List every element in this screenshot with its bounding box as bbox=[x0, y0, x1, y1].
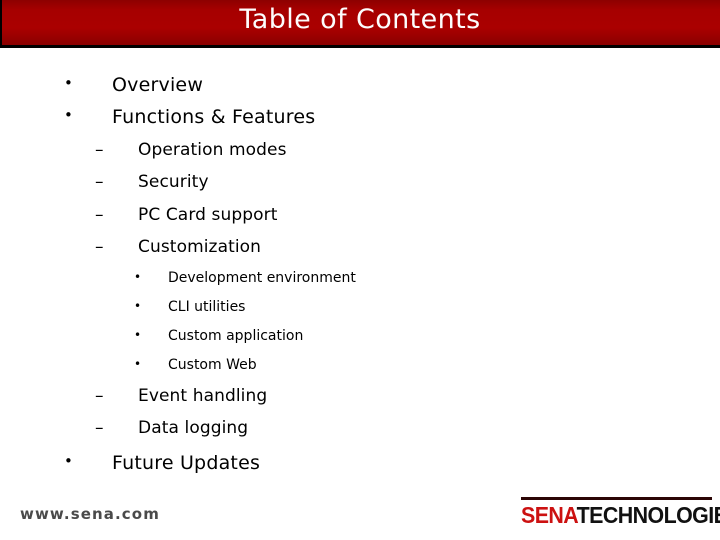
list-item-marker: – bbox=[95, 237, 104, 257]
logo-divider-rule bbox=[521, 497, 712, 500]
list-item-marker: • bbox=[134, 328, 142, 342]
list-item: Development environment bbox=[168, 270, 356, 286]
list-item-marker: • bbox=[64, 106, 73, 124]
list-item: Customization bbox=[138, 237, 262, 257]
list-item: Custom Web bbox=[168, 357, 257, 373]
list-item: Operation modes bbox=[138, 140, 287, 160]
list-item-marker: – bbox=[95, 172, 104, 192]
list-item-marker: • bbox=[64, 452, 73, 470]
list-item: Data logging bbox=[138, 418, 249, 438]
outline-list: • Overview • Functions & Features – Operation… bbox=[0, 48, 720, 488]
list-item: PC Card support bbox=[138, 205, 278, 225]
list-item: Custom application bbox=[168, 328, 304, 344]
list-item-marker: – bbox=[95, 205, 104, 225]
footer-website-url: www.sena.com bbox=[20, 505, 160, 523]
logo-suffix-text: TECHNOLOGIES bbox=[576, 502, 720, 528]
list-item-marker: • bbox=[134, 357, 142, 371]
list-item-marker: • bbox=[134, 299, 142, 313]
list-item-marker: – bbox=[95, 418, 104, 438]
list-item: Overview bbox=[112, 74, 204, 96]
list-item-marker: – bbox=[95, 386, 104, 406]
sena-technologies-logo: SENATECHNOLOGIES bbox=[521, 497, 720, 531]
list-item: Functions & Features bbox=[112, 106, 316, 128]
page-title: Table of Contents bbox=[239, 4, 481, 35]
logo-brand-text: SENA bbox=[521, 502, 577, 528]
slide-title-bar: Table of Contents bbox=[0, 0, 720, 48]
list-item-marker: – bbox=[95, 140, 104, 160]
list-item: Future Updates bbox=[112, 452, 261, 474]
list-item: CLI utilities bbox=[168, 299, 246, 315]
list-item-marker: • bbox=[134, 270, 142, 284]
list-item-marker: • bbox=[64, 74, 73, 92]
logo-wordmark: SENATECHNOLOGIES bbox=[521, 502, 720, 529]
list-item: Security bbox=[138, 172, 209, 192]
list-item: Event handling bbox=[138, 386, 268, 406]
